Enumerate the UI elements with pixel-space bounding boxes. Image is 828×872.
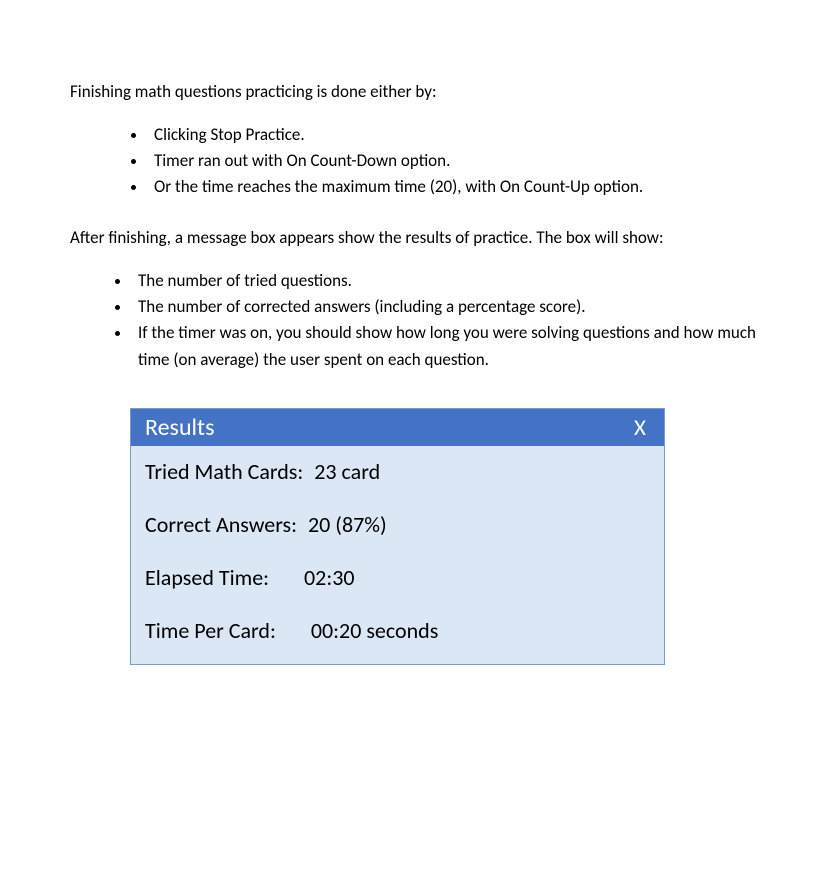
finishing-conditions-list: Clicking Stop Practice. Timer ran out wi… bbox=[70, 122, 758, 201]
time-per-card-row: Time Per Card: 00:20 seconds bbox=[145, 617, 650, 644]
list-item: Clicking Stop Practice. bbox=[148, 122, 758, 148]
elapsed-time-value: 02:30 bbox=[304, 564, 355, 591]
time-per-card-label: Time Per Card: bbox=[145, 617, 276, 644]
list-item: Or the time reaches the maximum time (20… bbox=[148, 174, 758, 200]
close-button[interactable]: X bbox=[634, 414, 646, 442]
elapsed-time-label: Elapsed Time: bbox=[145, 564, 269, 591]
list-item: The number of corrected answers (includi… bbox=[132, 294, 758, 320]
results-dialog: Results X Tried Math Cards: 23 card Corr… bbox=[130, 408, 665, 665]
list-item: The number of tried questions. bbox=[132, 268, 758, 294]
correct-answers-row: Correct Answers: 20 (87%) bbox=[145, 511, 650, 538]
results-title: Results bbox=[145, 413, 214, 442]
tried-cards-value: 23 card bbox=[314, 458, 380, 485]
time-per-card-value: 00:20 seconds bbox=[311, 617, 438, 644]
correct-answers-value: 20 (87%) bbox=[308, 511, 387, 538]
elapsed-time-row: Elapsed Time: 02:30 bbox=[145, 564, 650, 591]
after-finishing-paragraph: After finishing, a message box appears s… bbox=[70, 226, 758, 250]
results-body: Tried Math Cards: 23 card Correct Answer… bbox=[131, 446, 664, 664]
tried-cards-label: Tried Math Cards: bbox=[145, 458, 303, 485]
list-item: Timer ran out with On Count-Down option. bbox=[148, 148, 758, 174]
tried-cards-row: Tried Math Cards: 23 card bbox=[145, 458, 650, 485]
list-item: If the timer was on, you should show how… bbox=[132, 320, 758, 373]
intro-paragraph: Finishing math questions practicing is d… bbox=[70, 80, 758, 104]
results-content-list: The number of tried questions. The numbe… bbox=[70, 268, 758, 373]
correct-answers-label: Correct Answers: bbox=[145, 511, 297, 538]
results-header: Results X bbox=[131, 409, 664, 446]
